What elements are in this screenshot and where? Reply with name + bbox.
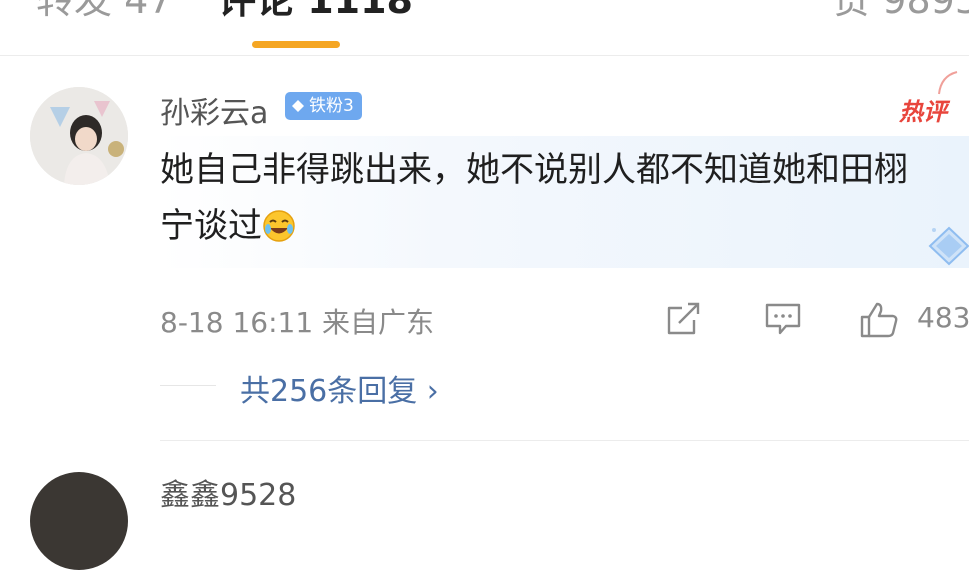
tab-repost[interactable]: 转发 47 bbox=[36, 0, 172, 22]
reply-connector-line bbox=[160, 385, 216, 386]
hot-decoration-icon bbox=[938, 71, 958, 95]
comment-username[interactable]: 孙彩云a bbox=[160, 88, 268, 132]
comment-icon bbox=[765, 303, 801, 335]
like-button[interactable] bbox=[859, 302, 899, 342]
comment-username[interactable]: 鑫鑫9528 bbox=[160, 470, 296, 514]
active-tab-indicator bbox=[252, 41, 340, 48]
fan-diamond-decoration-icon bbox=[928, 226, 969, 266]
tab-bar: 转发 47 评论 1118 赞 9893 bbox=[0, 0, 969, 56]
view-replies-link[interactable]: 共256条回复 › bbox=[240, 366, 439, 410]
avatar-image bbox=[30, 87, 128, 185]
divider bbox=[0, 55, 969, 56]
avatar[interactable] bbox=[30, 472, 128, 570]
hot-label: 热评 bbox=[899, 98, 947, 126]
divider bbox=[160, 440, 969, 441]
comment-text: 她自己非得跳出来，她不说别人都不知道她和田栩宁谈过 bbox=[160, 142, 930, 254]
reply-button[interactable] bbox=[764, 302, 802, 340]
like-count: 483 bbox=[917, 301, 969, 334]
diamond-icon bbox=[292, 100, 304, 112]
share-button[interactable] bbox=[666, 302, 702, 340]
share-icon bbox=[667, 302, 700, 335]
avatar[interactable] bbox=[30, 87, 128, 185]
thumbs-up-icon bbox=[860, 302, 898, 338]
fan-badge-label: 铁粉3 bbox=[309, 96, 354, 116]
tab-comments[interactable]: 评论 1118 bbox=[218, 0, 413, 22]
tab-likes[interactable]: 赞 9893 bbox=[832, 0, 969, 22]
laughing-tears-emoji-icon bbox=[263, 210, 295, 242]
comment-meta: 8-18 16:11 来自广东 bbox=[160, 306, 435, 339]
hot-comment-tag: 热评 bbox=[899, 71, 958, 127]
fan-badge[interactable]: 铁粉3 bbox=[285, 92, 362, 120]
